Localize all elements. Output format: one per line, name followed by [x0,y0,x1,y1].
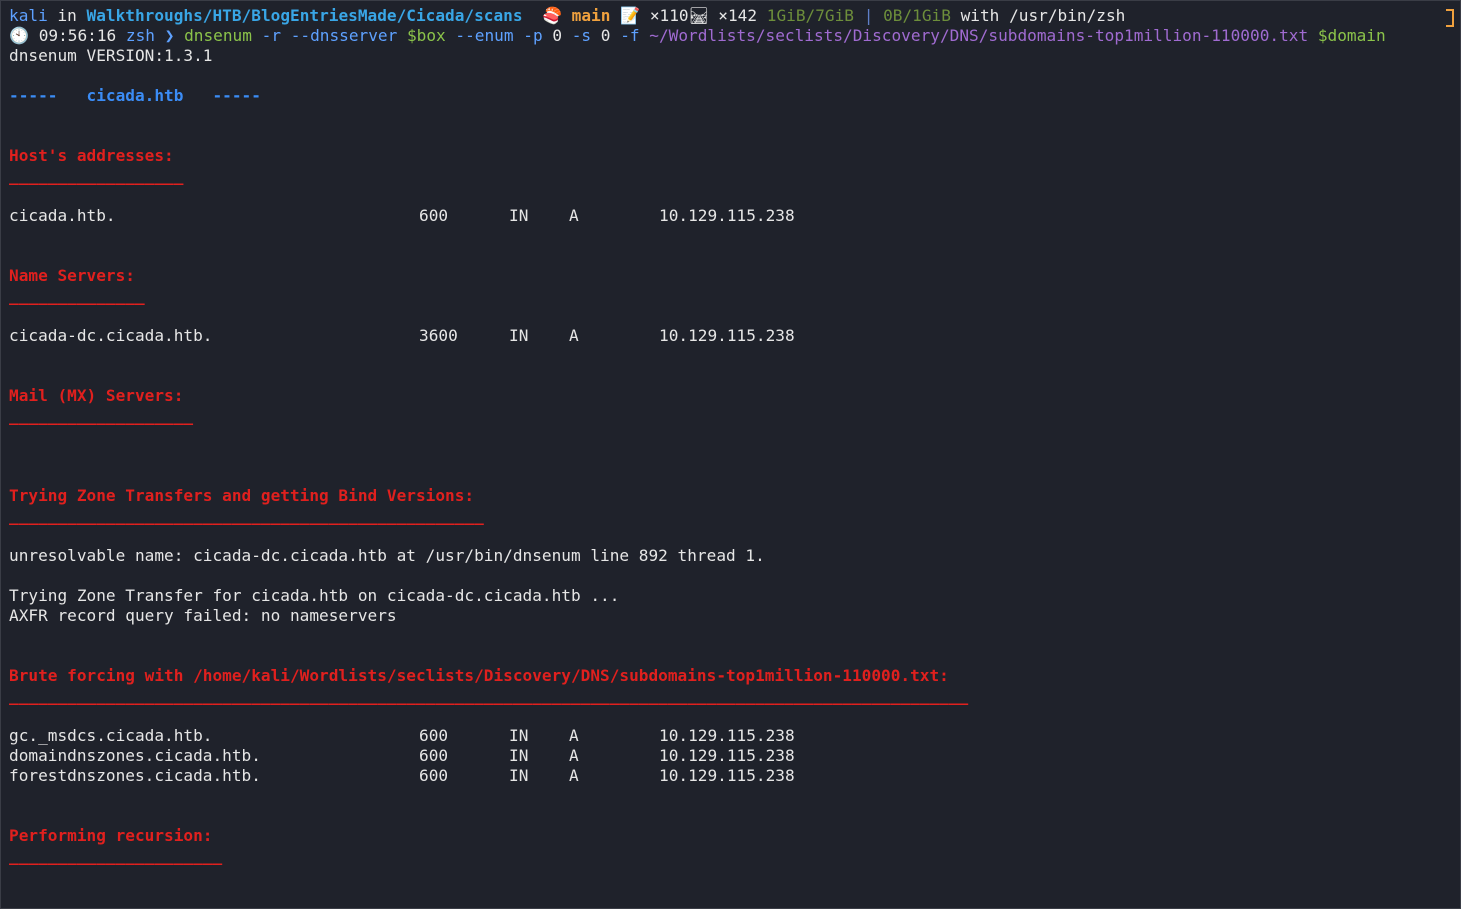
prompt-arrow-icon: ❯ [164,26,175,45]
record-host: gc._msdcs.cicada.htb. [9,726,213,745]
shell-path: /usr/bin/zsh [1009,6,1126,25]
command-var-domain: $domain [1317,26,1386,45]
section-heading-mx: Mail (MX) Servers: [9,386,184,405]
prompt-with: with [950,6,1010,25]
git-branch: main [571,6,611,25]
record-type: A [569,766,579,785]
record-ttl: 600 [419,726,449,745]
record-type: A [569,726,579,745]
railway-icon: 🛤 [688,6,710,25]
record-ip: 10.129.115.238 [659,766,795,785]
record-ttl: 3600 [419,326,458,345]
record-class: IN [509,726,529,745]
zone-transfer-message: Trying Zone Transfer for cicada.htb on c… [9,586,620,605]
memory-usage: 1GiB/7GiB [766,6,854,25]
command-args: -s [562,26,601,45]
swap-usage: 0B/1GiB [883,6,951,25]
section-rule: __________________ [9,166,184,185]
command-wordlist: ~/Wordlists/seclists/Discovery/DNS/subdo… [649,26,1309,45]
section-rule: ______________________ [9,846,223,865]
section-heading-nameservers: Name Servers: [9,266,135,285]
sushi-icon: 🍣 [541,6,562,25]
unresolvable-message: unresolvable name: cicada-dc.cicada.htb … [9,546,765,565]
prompt-separator: | [863,6,874,25]
section-rule: ________________________________________… [9,686,969,705]
prompt-shell: zsh [125,26,155,45]
record-ip: 10.129.115.238 [659,726,795,745]
command-args: -f [610,26,650,45]
record-class: IN [509,326,529,345]
record-type: A [569,746,579,765]
section-rule: ________________________________________… [9,506,484,525]
section-rule: ______________ [9,286,145,305]
command-args: --enum -p [445,26,553,45]
prompt-in: in [47,6,87,25]
record-ttl: 600 [419,206,449,225]
dns-record-row: gc._msdcs.cicada.htb. 600 IN A 10.129.115.23… [9,726,1460,746]
command-args: -r --dnsserver [251,26,407,45]
command-var-box: $box [406,26,446,45]
axfr-failed-message: AXFR record query failed: no nameservers [9,606,397,625]
domain-banner: ----- cicada.htb ----- [9,86,261,105]
command-s-value: 0 [600,26,611,45]
record-host: domaindnszones.cicada.htb. [9,746,261,765]
record-class: IN [509,206,529,225]
section-heading-recursion: Performing recursion: [9,826,213,845]
record-type: A [569,326,579,345]
dns-record-row: domaindnszones.cicada.htb. 600 IN A 10.129.1… [9,746,1460,766]
git-untracked-count: ×142 [718,6,758,25]
record-type: A [569,206,579,225]
git-modified-count: ×110 [649,6,689,25]
record-ip: 10.129.115.238 [659,746,795,765]
terminal-window[interactable]: kali in Walkthroughs/HTB/BlogEntriesMade… [0,0,1461,909]
command-name: dnsenum [184,26,252,45]
section-heading-zone-transfers: Trying Zone Transfers and getting Bind V… [9,486,475,505]
record-ip: 10.129.115.238 [659,326,795,345]
prompt-time: 09:56:16 [38,26,117,45]
prompt-line: kali in Walkthroughs/HTB/BlogEntriesMade… [9,6,1460,26]
record-host: cicada-dc.cicada.htb. [9,326,213,345]
record-host: forestdnszones.cicada.htb. [9,766,261,785]
record-host: cicada.htb. [9,206,116,225]
prompt-user: kali [9,6,48,25]
memo-icon: 📝 [620,6,641,25]
dns-record-row: forestdnszones.cicada.htb. 600 IN A 10.129.1… [9,766,1460,786]
section-rule: ___________________ [9,406,194,425]
dns-record-row: cicada-dc.cicada.htb. 3600 IN A 10.129.115.2… [9,326,1460,346]
version-line: dnsenum VERSION:1.3.1 [9,46,213,65]
command-line[interactable]: 🕙 09:56:16 zsh ❯ dnsenum -r --dnsserver … [9,26,1460,46]
record-ip: 10.129.115.238 [659,206,795,225]
section-heading-hosts: Host's addresses: [9,146,174,165]
clock-icon: 🕙 [9,26,30,45]
dns-record-row: cicada.htb. 600 IN A 10.129.115.238 [9,206,1460,226]
command-p-value: 0 [552,26,563,45]
prompt-path: Walkthroughs/HTB/BlogEntriesMade/Cicada/… [86,6,523,25]
record-class: IN [509,766,529,785]
section-heading-brute-force: Brute forcing with /home/kali/Wordlists/… [9,666,949,685]
record-ttl: 600 [419,746,449,765]
record-ttl: 600 [419,766,449,785]
record-class: IN [509,746,529,765]
